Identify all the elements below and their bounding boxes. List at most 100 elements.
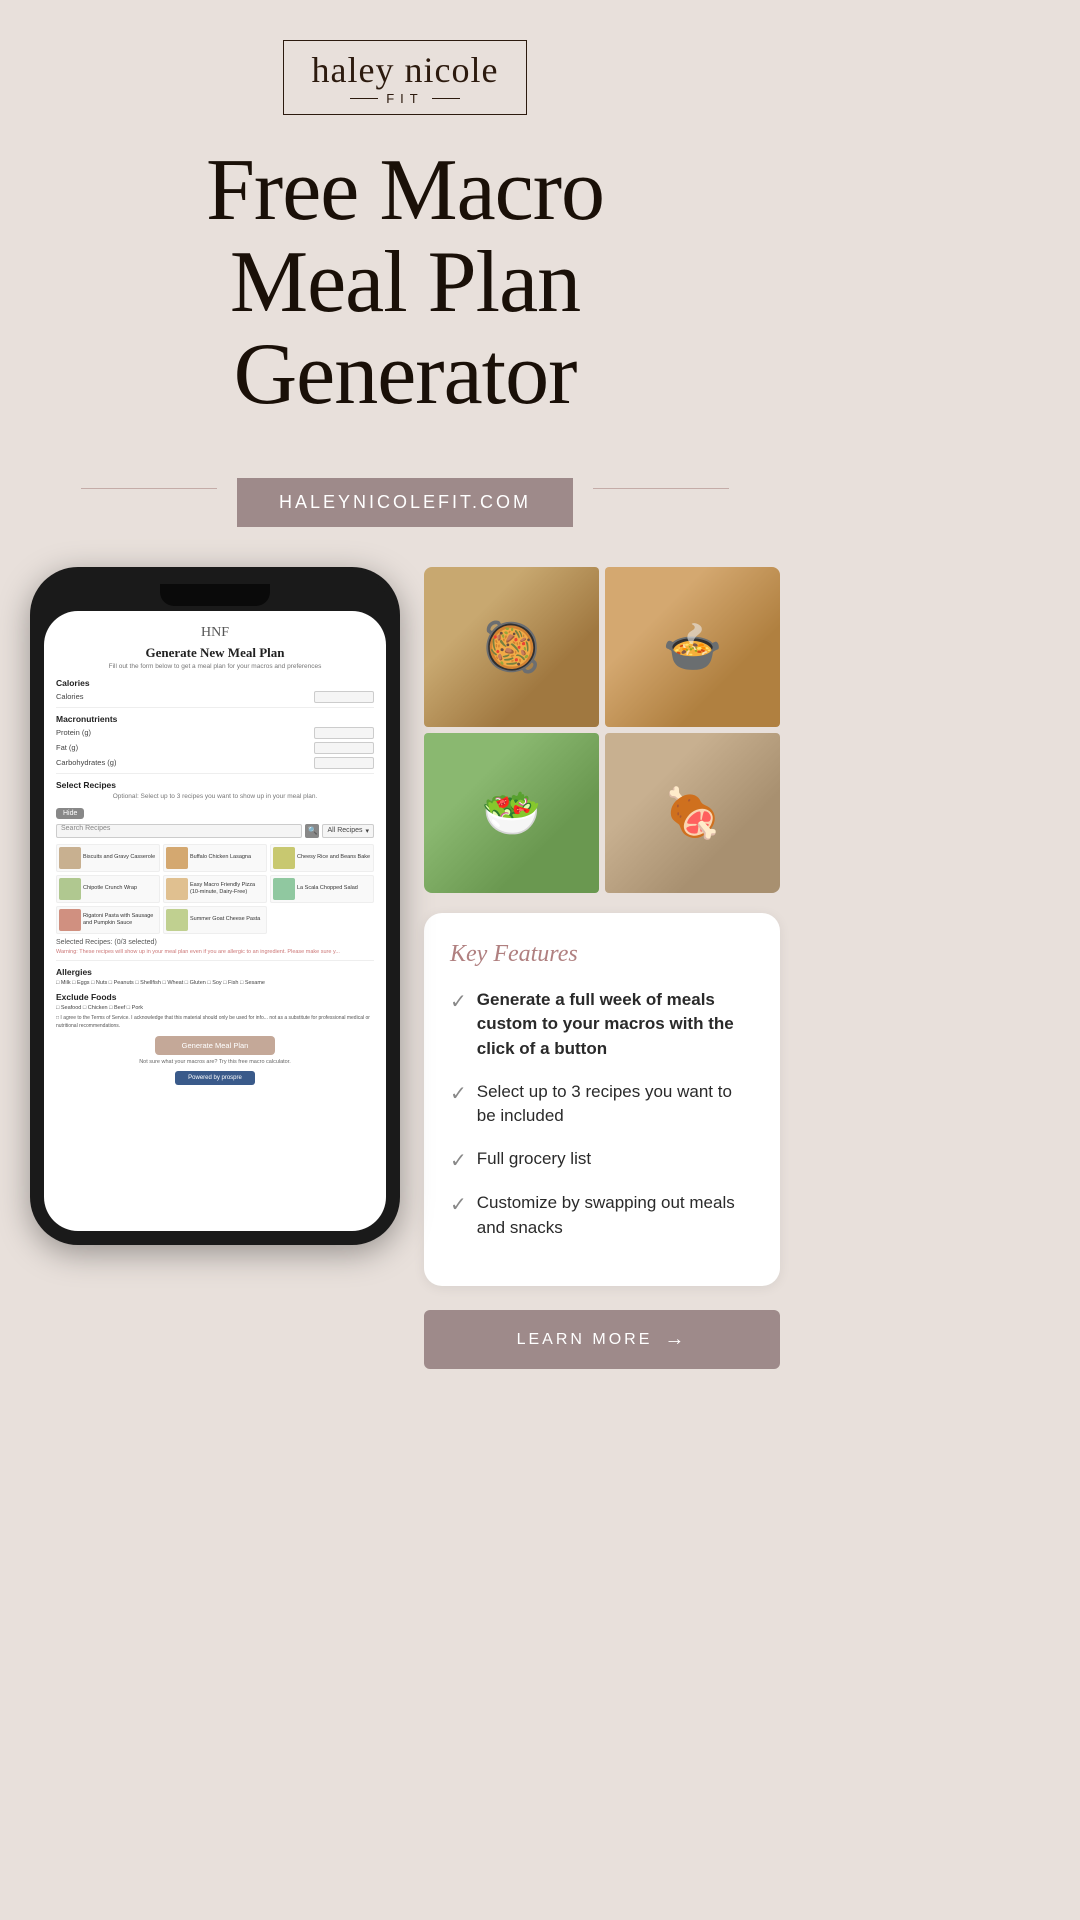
recipe-name-7: Rigatoni Pasta with Sausage and Pumpkin … [83,913,157,927]
recipe-thumb-5 [166,878,188,900]
url-divider-left [81,488,217,489]
recipe-name-3: Cheesy Rice and Beans Bake [297,854,370,861]
check-icon-4: ✓ [450,1192,467,1217]
url-badge[interactable]: HALEYNICOLEFIT.COM [237,478,573,527]
search-row: Search Recipes 🔍 All Recipes ▾ [56,824,374,838]
features-title: Key Features [450,941,754,968]
recipe-name-5: Easy Macro Friendly Pizza (10-minute, Da… [190,882,264,896]
recipe-name-2: Buffalo Chicken Lasagna [190,854,251,861]
logo-section: haley nicole FIT [283,40,528,115]
learn-more-button[interactable]: LEARN MORE → [424,1310,780,1369]
feature-text-4: Customize by swapping out meals and snac… [477,1191,754,1240]
feature-item-3: ✓ Full grocery list [450,1147,754,1173]
recipe-card-4[interactable]: Chipotle Crunch Wrap [56,875,160,903]
carbs-field-row: Carbohydrates (g) [56,757,374,769]
allergies-checkboxes[interactable]: □ Milk □ Eggs □ Nuts □ Peanuts □ Shellfi… [56,980,374,986]
right-column: Key Features ✓ Generate a full week of m… [424,567,780,1369]
macros-section: Macronutrients [56,714,374,724]
phone-screen-content: HNF Generate New Meal Plan Fill out the … [56,625,374,1086]
select-recipes-section: Select Recipes [56,780,374,790]
protein-input[interactable] [314,727,374,739]
exclude-section: Exclude Foods [56,992,374,1002]
recipe-thumb-4 [59,878,81,900]
optional-hint: Optional: Select up to 3 recipes you wan… [56,793,374,800]
phone-mockup: HNF Generate New Meal Plan Fill out the … [30,567,400,1245]
all-recipes-dropdown[interactable]: All Recipes ▾ [322,824,374,838]
selected-label: Selected Recipes: (0/3 selected) [56,939,374,946]
recipe-card-3[interactable]: Cheesy Rice and Beans Bake [270,844,374,872]
phone-screen[interactable]: HNF Generate New Meal Plan Fill out the … [44,611,386,1231]
exclude-checkboxes[interactable]: □ Seafood □ Chicken □ Beef □ Pork [56,1005,374,1011]
learn-more-label: LEARN MORE [517,1331,653,1349]
phone-notch [160,584,270,606]
headline-text: Free Macro Meal Plan Generator [206,145,604,422]
check-icon-1: ✓ [450,989,467,1014]
search-icon[interactable]: 🔍 [305,824,319,838]
allergies-section: Allergies [56,967,374,977]
recipe-card-8[interactable]: Summer Goat Cheese Pasta [163,906,267,934]
recipe-name-6: La Scala Chopped Salad [297,885,358,892]
headline-line2: Meal Plan [230,234,580,331]
learn-more-arrow-icon: → [664,1328,687,1351]
recipe-thumb-1 [59,847,81,869]
phone-wrapper: HNF Generate New Meal Plan Fill out the … [30,567,400,1245]
feature-item-1: ✓ Generate a full week of meals custom t… [450,988,754,1062]
photo-salad [424,733,599,893]
photo-casserole [605,567,780,727]
logo-fit: FIT [312,91,499,106]
protein-field-row: Protein (g) [56,727,374,739]
bottom-text: Not sure what your macros are? Try this … [56,1059,374,1065]
main-content: HNF Generate New Meal Plan Fill out the … [0,567,810,1369]
protein-label: Protein (g) [56,728,91,737]
recipe-card-6[interactable]: La Scala Chopped Salad [270,875,374,903]
calories-section: Calories [56,678,374,688]
photo-meatballs [605,733,780,893]
divider-3 [56,960,374,961]
fat-label: Fat (g) [56,743,78,752]
prospre-badge: Powered by prospre [175,1071,255,1085]
features-card: Key Features ✓ Generate a full week of m… [424,913,780,1286]
feature-text-3: Full grocery list [477,1147,591,1172]
generate-button[interactable]: Generate Meal Plan [155,1036,275,1055]
fat-input[interactable] [314,742,374,754]
check-icon-3: ✓ [450,1148,467,1173]
divider-2 [56,773,374,774]
carbs-input[interactable] [314,757,374,769]
logo-box: haley nicole FIT [283,40,528,115]
recipe-name-4: Chipotle Crunch Wrap [83,885,137,892]
warning-text: Warning: These recipes will show up in y… [56,949,374,957]
divider-1 [56,707,374,708]
fat-field-row: Fat (g) [56,742,374,754]
feature-text-1: Generate a full week of meals custom to … [477,988,754,1062]
headline-section: Free Macro Meal Plan Generator [166,145,644,422]
recipe-card-1[interactable]: Biscuits and Gravy Casserole [56,844,160,872]
search-input[interactable]: Search Recipes [56,824,302,838]
recipe-name-8: Summer Goat Cheese Pasta [190,916,260,923]
carbs-label: Carbohydrates (g) [56,758,116,767]
terms-text[interactable]: □ I agree to the Terms of Service. I ack… [56,1015,374,1030]
feature-text-2: Select up to 3 recipes you want to be in… [477,1080,754,1129]
url-divider-right [593,488,729,489]
url-section: HALEYNICOLEFIT.COM [81,450,729,527]
phone-logo: HNF [56,625,374,641]
calories-input[interactable] [314,691,374,703]
photo-chickpeas [424,567,599,727]
recipe-card-2[interactable]: Buffalo Chicken Lasagna [163,844,267,872]
phone-title: Generate New Meal Plan [56,645,374,661]
recipe-card-5[interactable]: Easy Macro Friendly Pizza (10-minute, Da… [163,875,267,903]
food-photo-grid [424,567,780,893]
phone-subtitle: Fill out the form below to get a meal pl… [56,663,374,670]
recipe-card-7[interactable]: Rigatoni Pasta with Sausage and Pumpkin … [56,906,160,934]
headline-line3: Generator [234,326,577,423]
recipe-thumb-8 [166,909,188,931]
headline-line1: Free Macro [206,142,604,239]
recipe-thumb-6 [273,878,295,900]
feature-bold-1: Generate a full week of meals custom to … [477,990,734,1058]
calories-label: Calories [56,692,84,701]
recipe-thumb-7 [59,909,81,931]
phone-notch-bar [44,581,386,609]
calories-field-row: Calories [56,691,374,703]
recipe-thumb-3 [273,847,295,869]
feature-item-4: ✓ Customize by swapping out meals and sn… [450,1191,754,1240]
hide-button[interactable]: Hide [56,808,84,819]
